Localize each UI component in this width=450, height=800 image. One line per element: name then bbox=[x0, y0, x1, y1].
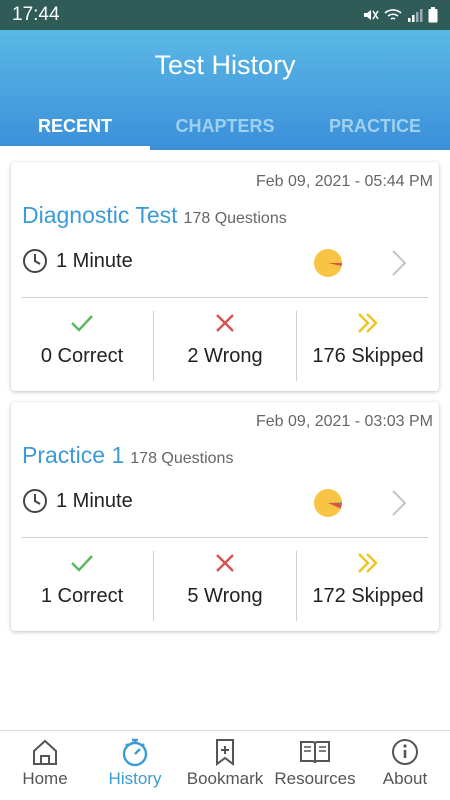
divider bbox=[22, 297, 428, 298]
stat-correct: 0 Correct bbox=[11, 311, 153, 381]
nav-resources[interactable]: Resources bbox=[270, 731, 360, 800]
mute-icon bbox=[364, 10, 379, 20]
correct-count: 0 Correct bbox=[40, 345, 124, 367]
question-count: 178 Questions bbox=[130, 450, 234, 467]
skipped-count: 176 Skipped bbox=[312, 345, 424, 367]
skipped-count: 172 Skipped bbox=[312, 585, 424, 607]
test-card[interactable]: Feb 09, 2021 - 03:03 PM Practice 1 178 Q… bbox=[11, 402, 439, 631]
pie-wedge-icon bbox=[328, 502, 342, 509]
stat-skipped: 176 Skipped bbox=[296, 311, 439, 381]
nav-history[interactable]: History bbox=[90, 731, 180, 800]
test-date: Feb 09, 2021 - 03:03 PM bbox=[256, 413, 433, 430]
stat-wrong: 5 Wrong bbox=[153, 551, 296, 621]
status-bar: 17:44 bbox=[0, 0, 450, 30]
score-pie bbox=[314, 249, 342, 277]
chevron-right-icon[interactable] bbox=[389, 488, 409, 518]
tab-recent[interactable]: RECENT bbox=[0, 106, 150, 150]
home-icon bbox=[33, 739, 57, 765]
double-chevron-icon bbox=[358, 313, 378, 333]
nav-home[interactable]: Home bbox=[0, 731, 90, 800]
cross-icon bbox=[216, 314, 234, 332]
cross-icon bbox=[216, 554, 234, 572]
bookmark-icon bbox=[216, 739, 234, 766]
test-title-row: Practice 1 178 Questions bbox=[22, 442, 233, 469]
battery-icon bbox=[428, 7, 438, 23]
test-title: Practice 1 bbox=[22, 442, 125, 468]
status-time: 17:44 bbox=[12, 4, 60, 25]
test-date: Feb 09, 2021 - 05:44 PM bbox=[256, 173, 433, 190]
nav-home-label: Home bbox=[22, 769, 68, 788]
check-icon bbox=[71, 315, 93, 332]
tab-bar: RECENT CHAPTERS PRACTICE bbox=[0, 106, 450, 150]
duration-row: 1 Minute bbox=[22, 248, 133, 274]
chevron-right-icon[interactable] bbox=[389, 248, 409, 278]
bottom-nav: Home History Bookmark Resources About bbox=[0, 730, 450, 800]
question-count: 178 Questions bbox=[183, 210, 287, 227]
signal-icon bbox=[408, 9, 423, 22]
test-duration: 1 Minute bbox=[56, 249, 133, 272]
nav-bookmark-label: Bookmark bbox=[186, 769, 264, 788]
test-history-list: Feb 09, 2021 - 05:44 PM Diagnostic Test … bbox=[0, 150, 450, 654]
test-duration: 1 Minute bbox=[56, 489, 133, 512]
stat-wrong: 2 Wrong bbox=[153, 311, 296, 381]
stat-skipped: 172 Skipped bbox=[296, 551, 439, 621]
result-stats: 0 Correct 2 Wrong 176 Skipped bbox=[11, 311, 439, 381]
info-icon bbox=[392, 739, 418, 765]
clock-icon bbox=[23, 489, 47, 513]
double-chevron-icon bbox=[358, 553, 378, 573]
pie-wedge-icon bbox=[328, 263, 342, 266]
tab-chapters[interactable]: CHAPTERS bbox=[150, 106, 300, 150]
check-icon bbox=[71, 555, 93, 572]
duration-row: 1 Minute bbox=[22, 488, 133, 514]
score-pie bbox=[314, 489, 342, 517]
result-stats: 1 Correct 5 Wrong 172 Skipped bbox=[11, 551, 439, 621]
nav-bookmark[interactable]: Bookmark bbox=[180, 731, 270, 800]
correct-count: 1 Correct bbox=[40, 585, 124, 607]
test-title-row: Diagnostic Test 178 Questions bbox=[22, 202, 287, 229]
page-title: Test History bbox=[154, 50, 296, 80]
nav-about[interactable]: About bbox=[360, 731, 450, 800]
nav-history-label: History bbox=[108, 769, 162, 788]
wifi-icon bbox=[384, 9, 402, 20]
stat-correct: 1 Correct bbox=[11, 551, 153, 621]
book-icon bbox=[300, 741, 330, 764]
test-card[interactable]: Feb 09, 2021 - 05:44 PM Diagnostic Test … bbox=[11, 162, 439, 391]
wrong-count: 5 Wrong bbox=[187, 585, 263, 607]
wrong-count: 2 Wrong bbox=[187, 345, 263, 367]
nav-resources-label: Resources bbox=[274, 769, 356, 788]
nav-about-label: About bbox=[382, 769, 428, 788]
tab-practice[interactable]: PRACTICE bbox=[300, 106, 450, 150]
app-header: Test History RECENT CHAPTERS PRACTICE bbox=[0, 30, 450, 150]
test-title: Diagnostic Test bbox=[22, 202, 178, 228]
status-icons bbox=[363, 7, 438, 23]
divider bbox=[22, 537, 428, 538]
clock-icon bbox=[23, 249, 47, 273]
stopwatch-icon bbox=[122, 738, 148, 767]
